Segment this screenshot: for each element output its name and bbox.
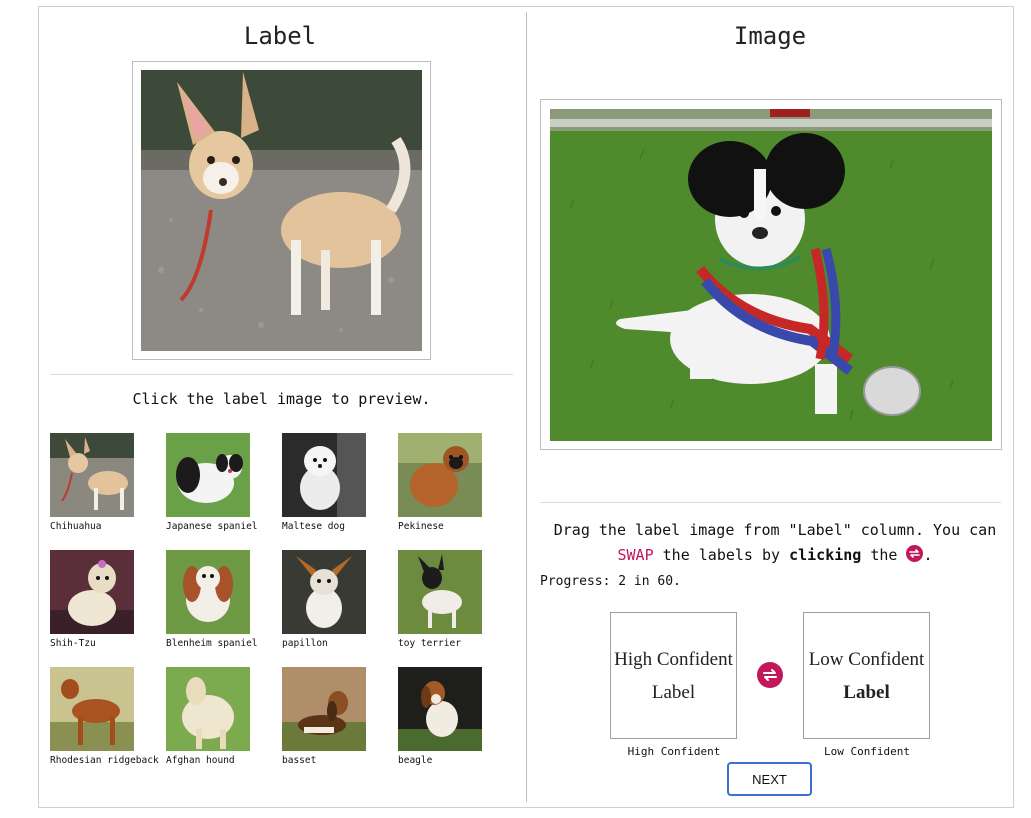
column-divider — [526, 12, 527, 802]
japanese-spaniel-thumbnail-image — [166, 433, 250, 517]
papillon-thumbnail-image — [282, 550, 366, 634]
beagle-thumbnail-image — [398, 667, 482, 751]
drag-instruction: Drag the label image from "Label" column… — [540, 518, 1010, 568]
low-box-line2: Label — [843, 681, 890, 703]
instruction-text-3: the — [861, 546, 907, 564]
target-image-frame — [540, 99, 1002, 450]
preview-hint: Click the label image to preview. — [132, 390, 431, 408]
thumbnail-caption: Chihuahua — [50, 521, 102, 532]
maltese-dog-thumbnail-image — [282, 433, 366, 517]
label-thumbnail-rhodesian-ridgeback[interactable]: Rhodesian ridgeback — [50, 667, 159, 766]
label-preview-image — [141, 70, 422, 351]
basset-thumbnail-image — [282, 667, 366, 751]
afghan-hound-thumbnail-image — [166, 667, 250, 751]
thumbnail-caption: basset — [282, 755, 317, 766]
clicking-keyword: clicking — [789, 546, 862, 564]
next-button[interactable]: NEXT — [727, 762, 812, 796]
label-thumbnail-afghan-hound[interactable]: Afghan hound — [166, 667, 250, 766]
label-thumbnail-toy-terrier[interactable]: toy terrier — [398, 550, 482, 649]
thumbnail-caption: Shih-Tzu — [50, 638, 96, 649]
swap-arrows-icon — [906, 545, 924, 562]
instruction-text-1: Drag the label image from "Label" column… — [553, 521, 997, 539]
progress-text: Progress: 2 in 60. — [540, 574, 681, 589]
thumbnail-caption: Blenheim spaniel — [166, 638, 258, 649]
label-column-title: Label — [243, 22, 317, 50]
high-box-line2: Label — [651, 681, 696, 703]
thumbnail-caption: toy terrier — [398, 638, 461, 649]
label-thumbnail-basset[interactable]: basset — [282, 667, 366, 766]
high-confident-drop-zone[interactable]: High Confident Label — [610, 612, 737, 739]
high-box-line1: High Confident — [614, 648, 733, 670]
low-box-line1: Low Confident — [808, 648, 925, 670]
label-thumbnail-maltese-dog[interactable]: Maltese dog — [282, 433, 366, 532]
thumbnail-caption: beagle — [398, 755, 433, 766]
label-thumbnail-japanese-spaniel[interactable]: Japanese spaniel — [166, 433, 258, 532]
pekinese-thumbnail-image — [398, 433, 482, 517]
right-separator — [540, 502, 1001, 503]
thumbnail-caption: Japanese spaniel — [166, 521, 258, 532]
thumbnail-caption: Rhodesian ridgeback — [50, 755, 159, 766]
high-confident-caption: High Confident — [627, 745, 721, 758]
instruction-text-2: the labels by — [653, 546, 790, 564]
label-thumbnail-papillon[interactable]: papillon — [282, 550, 366, 649]
low-confident-caption: Low Confident — [823, 745, 911, 758]
thumbnail-caption: papillon — [282, 638, 328, 649]
instruction-end: . — [923, 546, 933, 564]
label-thumbnail-chihuahua[interactable]: Chihuahua — [50, 433, 134, 532]
swap-icon — [763, 669, 777, 681]
toy-terrier-thumbnail-image — [398, 550, 482, 634]
chihuahua-thumbnail-image — [50, 433, 134, 517]
image-column-title: Image — [733, 22, 807, 50]
blenheim-spaniel-thumbnail-image — [166, 550, 250, 634]
thumbnail-caption: Pekinese — [398, 521, 444, 532]
shih-tzu-thumbnail-image — [50, 550, 134, 634]
target-image — [550, 109, 992, 441]
low-confident-drop-zone[interactable]: Low Confident Label — [803, 612, 930, 739]
label-thumbnail-beagle[interactable]: beagle — [398, 667, 482, 766]
label-thumbnail-pekinese[interactable]: Pekinese — [398, 433, 482, 532]
swap-labels-button[interactable] — [757, 662, 783, 688]
thumbnail-caption: Maltese dog — [282, 521, 345, 532]
label-preview-frame — [132, 61, 431, 360]
left-separator — [50, 374, 513, 375]
label-thumbnail-blenheim-spaniel[interactable]: Blenheim spaniel — [166, 550, 258, 649]
label-thumbnail-shih-tzu[interactable]: Shih-Tzu — [50, 550, 134, 649]
rhodesian-ridgeback-thumbnail-image — [50, 667, 134, 751]
thumbnail-caption: Afghan hound — [166, 755, 235, 766]
swap-keyword: SWAP — [617, 546, 654, 564]
